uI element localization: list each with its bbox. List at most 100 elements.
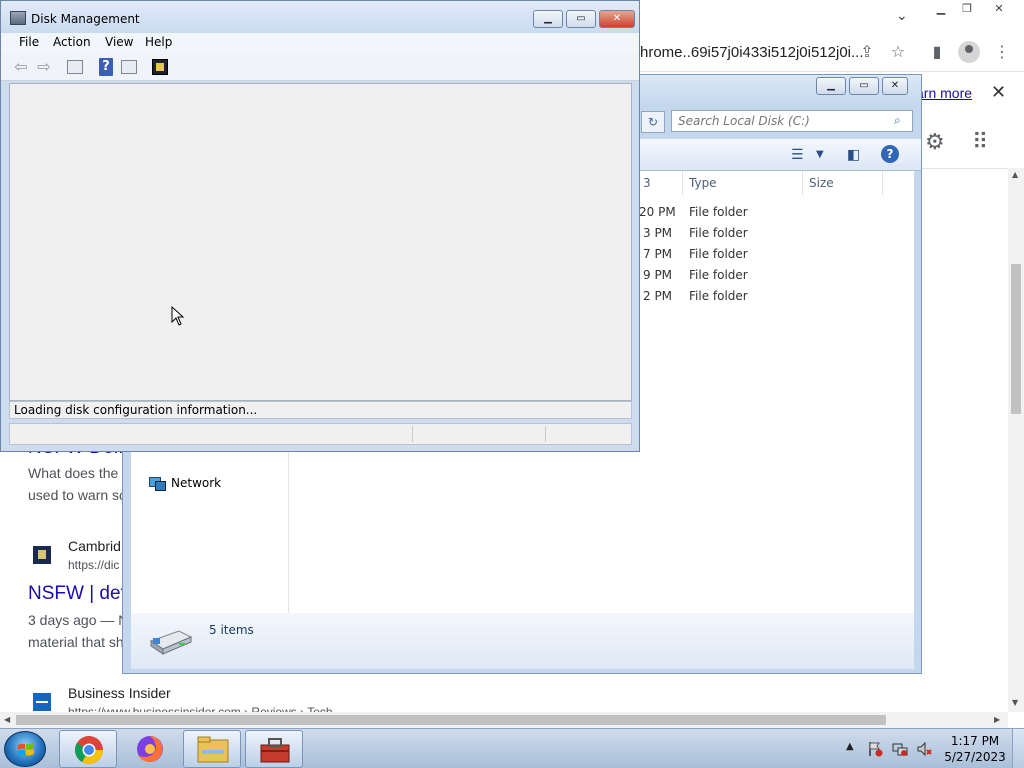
column-header-date-modified[interactable]: 3: [637, 171, 683, 195]
address-bar[interactable]: hrome..69i57j0i433i512j0i512j0i...: [640, 44, 864, 61]
menu-bar: File Action View Help: [1, 33, 639, 53]
scroll-down-arrow-icon[interactable]: ▼: [1012, 698, 1018, 707]
local-disk-drive-icon: [149, 630, 193, 655]
taskbar-explorer-button[interactable]: [183, 730, 241, 768]
chrome-menu-icon[interactable]: ⋮: [991, 41, 1013, 63]
minimize-button[interactable]: ▁: [533, 10, 563, 28]
refresh-icon[interactable]: ↻: [641, 111, 665, 133]
details-pane: 5 items: [131, 613, 914, 669]
item-count: 5 items: [209, 623, 254, 637]
view-dropdown-chevron-icon[interactable]: ▼: [816, 149, 824, 160]
folder-icon: [197, 736, 229, 763]
menu-action[interactable]: Action: [53, 35, 91, 49]
row-2-date[interactable]: 3 PM: [643, 226, 672, 240]
help-icon[interactable]: ?: [881, 145, 899, 163]
disk-management-toolbar: ⇦ ⇨ ?: [1, 53, 639, 81]
side-panel-icon[interactable]: ▮: [926, 41, 948, 63]
horizontal-scroll-thumb[interactable]: [16, 715, 886, 725]
column-header-type[interactable]: Type: [683, 171, 803, 195]
taskbar-computer-management-button[interactable]: [245, 730, 303, 768]
chrome-minimize-button[interactable]: ▁: [928, 1, 954, 17]
search-icon[interactable]: ⌕: [894, 113, 901, 128]
result-1-snippet-line-2: used to warn so: [28, 487, 127, 503]
clock-date: 5/27/2023: [944, 750, 1006, 764]
help-icon[interactable]: ?: [99, 58, 113, 76]
close-button[interactable]: ✕: [599, 10, 635, 28]
view-options-icon[interactable]: ☰: [791, 147, 804, 163]
network-icon: [149, 476, 166, 491]
horizontal-scrollbar[interactable]: ◀ ▶: [0, 712, 1008, 728]
disk-management-window: Disk Management ▁ ▭ ✕ File Action View H…: [0, 0, 640, 452]
show-hide-action-pane-icon[interactable]: [121, 60, 137, 74]
menu-help[interactable]: Help: [145, 35, 172, 49]
scroll-up-arrow-icon[interactable]: ▲: [1012, 170, 1018, 179]
explorer-maximize-button[interactable]: ▭: [849, 77, 879, 95]
result-3-site[interactable]: Business Insider: [68, 685, 171, 701]
scroll-left-arrow-icon[interactable]: ◀: [4, 715, 10, 724]
vertical-scroll-thumb[interactable]: [1011, 264, 1021, 414]
volume-muted-icon[interactable]: [916, 741, 932, 757]
row-2-type[interactable]: File folder: [689, 226, 748, 240]
row-3-date[interactable]: 7 PM: [643, 247, 672, 261]
status-divider: [545, 426, 546, 442]
back-arrow-icon[interactable]: ⇦: [11, 58, 31, 76]
chrome-restore-button[interactable]: ❐: [954, 1, 980, 17]
explorer-close-button[interactable]: ✕: [882, 77, 908, 95]
profile-avatar[interactable]: [958, 41, 980, 63]
result-3-url: https://www.businessinsider.com › Review…: [68, 705, 333, 712]
result-2-title[interactable]: NSFW | def: [28, 583, 126, 605]
share-icon[interactable]: ⇪: [856, 41, 878, 63]
row-4-date[interactable]: 9 PM: [643, 268, 672, 282]
taskbar-firefox-button[interactable]: [121, 730, 179, 768]
menu-view[interactable]: View: [105, 35, 133, 49]
taskbar: ▲ 1:17 PM 5/27/2023: [0, 728, 1024, 768]
preview-pane-icon[interactable]: ◧: [847, 147, 860, 163]
disk-view-area: [9, 83, 632, 401]
explorer-search-box[interactable]: ⌕: [671, 110, 913, 132]
network-status-icon[interactable]: [892, 741, 908, 757]
loading-status-text: Loading disk configuration information..…: [9, 401, 632, 419]
show-desktop-button[interactable]: [1012, 729, 1024, 768]
status-divider: [412, 426, 413, 442]
clock-time: 1:17 PM: [950, 734, 1000, 748]
show-hidden-icons-arrow-icon[interactable]: ▲: [846, 741, 854, 752]
learn-more-link[interactable]: arn more: [916, 85, 972, 101]
windows-logo-icon: [18, 743, 34, 756]
action-center-flag-icon[interactable]: [867, 741, 883, 757]
menu-file[interactable]: File: [19, 35, 39, 49]
maximize-button[interactable]: ▭: [566, 10, 596, 28]
column-header-size[interactable]: Size: [803, 171, 883, 195]
mouse-cursor-icon: [171, 306, 185, 326]
settings-gear-icon[interactable]: ⚙: [925, 130, 945, 155]
tab-search-chevron-icon[interactable]: ⌄: [896, 8, 908, 24]
bookmark-star-icon[interactable]: ☆: [887, 41, 909, 63]
start-button[interactable]: [4, 731, 46, 767]
system-clock[interactable]: 1:17 PM 5/27/2023: [940, 733, 1010, 765]
close-banner-icon[interactable]: ✕: [991, 82, 1006, 103]
chrome-icon: [75, 736, 103, 764]
show-hide-console-tree-icon[interactable]: [67, 60, 83, 74]
row-4-type[interactable]: File folder: [689, 268, 748, 282]
row-1-type[interactable]: File folder: [689, 205, 748, 219]
scroll-right-arrow-icon[interactable]: ▶: [994, 715, 1000, 724]
forward-arrow-icon[interactable]: ⇨: [34, 58, 54, 76]
properties-icon[interactable]: [152, 59, 168, 75]
nav-item-network[interactable]: Network: [149, 476, 221, 491]
cambridge-favicon-icon: [33, 546, 51, 564]
row-5-type[interactable]: File folder: [689, 289, 748, 303]
result-2-snippet: material that sh: [28, 634, 124, 650]
vertical-scrollbar[interactable]: ▲ ▼: [1008, 168, 1024, 712]
status-bar: [9, 423, 632, 445]
result-2-site[interactable]: Cambrid: [68, 538, 121, 554]
row-1-date[interactable]: 20 PM: [639, 205, 676, 219]
explorer-minimize-button[interactable]: ▁: [816, 77, 846, 95]
toolbox-icon: [260, 738, 290, 763]
taskbar-chrome-button[interactable]: [59, 730, 117, 768]
google-apps-icon[interactable]: ⠿: [972, 130, 988, 155]
business-insider-favicon-icon: [33, 693, 51, 711]
explorer-search-input[interactable]: [678, 113, 888, 129]
chrome-close-button[interactable]: ✕: [986, 1, 1012, 17]
disk-management-title-bar[interactable]: Disk Management ▁ ▭ ✕: [1, 1, 639, 33]
row-3-type[interactable]: File folder: [689, 247, 748, 261]
row-5-date[interactable]: 2 PM: [643, 289, 672, 303]
